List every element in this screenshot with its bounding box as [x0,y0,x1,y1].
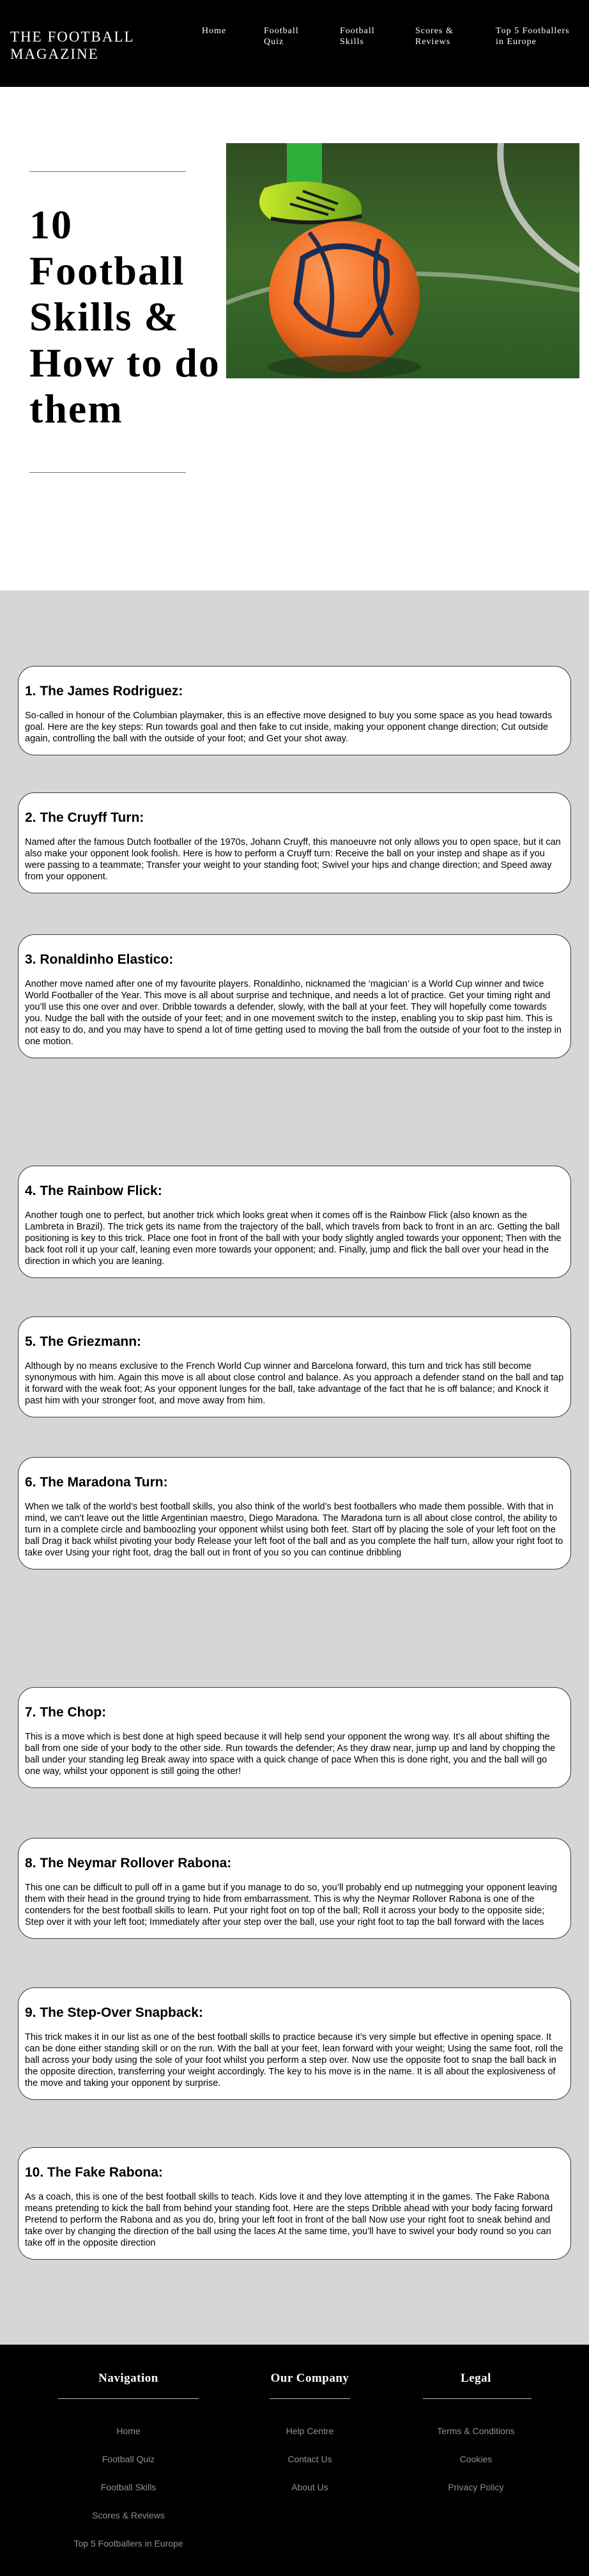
footer-link-top-5-footballers[interactable]: Top 5 Footballers in Europe [55,2538,202,2549]
footer-link-contact-us[interactable]: Contact Us [236,2453,383,2465]
skill-title: 2. The Cruyff Turn: [25,810,144,825]
skill-title: 6. The Maradona Turn: [25,1475,168,1490]
nav-top-5-footballers[interactable]: Top 5 Footballers in Europe [496,26,579,47]
skill-title: 4. The Rainbow Flick: [25,1184,162,1198]
football-boot-and-ball-image [226,143,579,378]
footer-link-football-quiz[interactable]: Football Quiz [55,2453,202,2465]
skill-title: 5. The Griezmann: [25,1334,142,1349]
footer-link-football-skills[interactable]: Football Skills [55,2481,202,2493]
hero-image [226,143,579,378]
site-header: THE FOOTBALL MAGAZINE Home Football Quiz… [0,0,589,87]
hero-rule-bottom [29,472,186,473]
skill-title: 8. The Neymar Rollover Rabona: [25,1856,232,1870]
skill-title: 9. The Step-Over Snapback: [25,2005,203,2020]
skill-description: This trick makes it in our list as one o… [25,2032,563,2088]
skills-list: 1. The James Rodriguez: So-called in hon… [0,590,589,2345]
skill-description: Although by no means exclusive to the Fr… [25,1361,564,1406]
footer-link-home[interactable]: Home [55,2425,202,2437]
skill-card: 3. Ronaldinho Elastico: Another move nam… [18,934,571,1058]
skill-card: 2. The Cruyff Turn: Named after the famo… [18,792,571,893]
skill-card: 4. The Rainbow Flick: Another tough one … [18,1166,571,1278]
skill-card: 8. The Neymar Rollover Rabona: This one … [18,1838,571,1939]
skill-description: When we talk of the world’s best footbal… [25,1502,563,1558]
footer-heading-navigation: Navigation [98,2372,158,2385]
footer-link-privacy-policy[interactable]: Privacy Policy [402,2481,549,2493]
footer-link-terms[interactable]: Terms & Conditions [402,2425,549,2437]
footer-divider [270,2398,350,2399]
skill-card: 5. The Griezmann: Although by no means e… [18,1316,571,1417]
skill-description: Named after the famous Dutch footballer … [25,837,561,882]
page-title: 10 Football Skills & How to do them [29,202,220,431]
skill-card: 6. The Maradona Turn: When we talk of th… [18,1457,571,1570]
footer-link-scores-reviews[interactable]: Scores & Reviews [55,2510,202,2521]
footer-heading-legal: Legal [461,2372,491,2385]
skill-description: Another move named after one of my favou… [25,979,562,1047]
footer-divider [423,2398,532,2399]
skill-description: Another tough one to perfect, but anothe… [25,1210,562,1267]
skill-description: This is a move which is best done at hig… [25,1732,556,1777]
skill-card: 10. The Fake Rabona: As a coach, this is… [18,2147,571,2260]
footer-divider [58,2398,199,2399]
skill-title: 3. Ronaldinho Elastico: [25,952,174,967]
skill-description: As a coach, this is one of the best foot… [25,2192,553,2248]
footer-link-cookies[interactable]: Cookies [402,2453,549,2465]
site-brand[interactable]: THE FOOTBALL MAGAZINE [10,28,151,63]
site-footer: Navigation Home Football Quiz Football S… [0,2345,589,2576]
hero-section: 10 Football Skills & How to do them [0,87,589,590]
skill-title: 10. The Fake Rabona: [25,2165,163,2180]
footer-link-about-us[interactable]: About Us [236,2481,383,2493]
footer-link-help-centre[interactable]: Help Centre [236,2425,383,2437]
skill-title: 1. The James Rodriguez: [25,684,183,698]
nav-scores-reviews[interactable]: Scores & Reviews [415,26,473,47]
skill-card: 7. The Chop: This is a move which is bes… [18,1687,571,1788]
skill-card: 9. The Step-Over Snapback: This trick ma… [18,1987,571,2100]
nav-football-quiz[interactable]: Football Quiz [264,26,315,47]
skill-title: 7. The Chop: [25,1705,107,1720]
footer-heading-company: Our Company [270,2372,349,2385]
skill-card: 1. The James Rodriguez: So-called in hon… [18,666,571,755]
nav-football-skills[interactable]: Football Skills [340,26,391,47]
hero-rule-top [29,171,186,172]
skill-description: This one can be difficult to pull off in… [25,1883,557,1927]
nav-home[interactable]: Home [202,26,240,36]
skill-description: So-called in honour of the Columbian pla… [25,711,553,744]
